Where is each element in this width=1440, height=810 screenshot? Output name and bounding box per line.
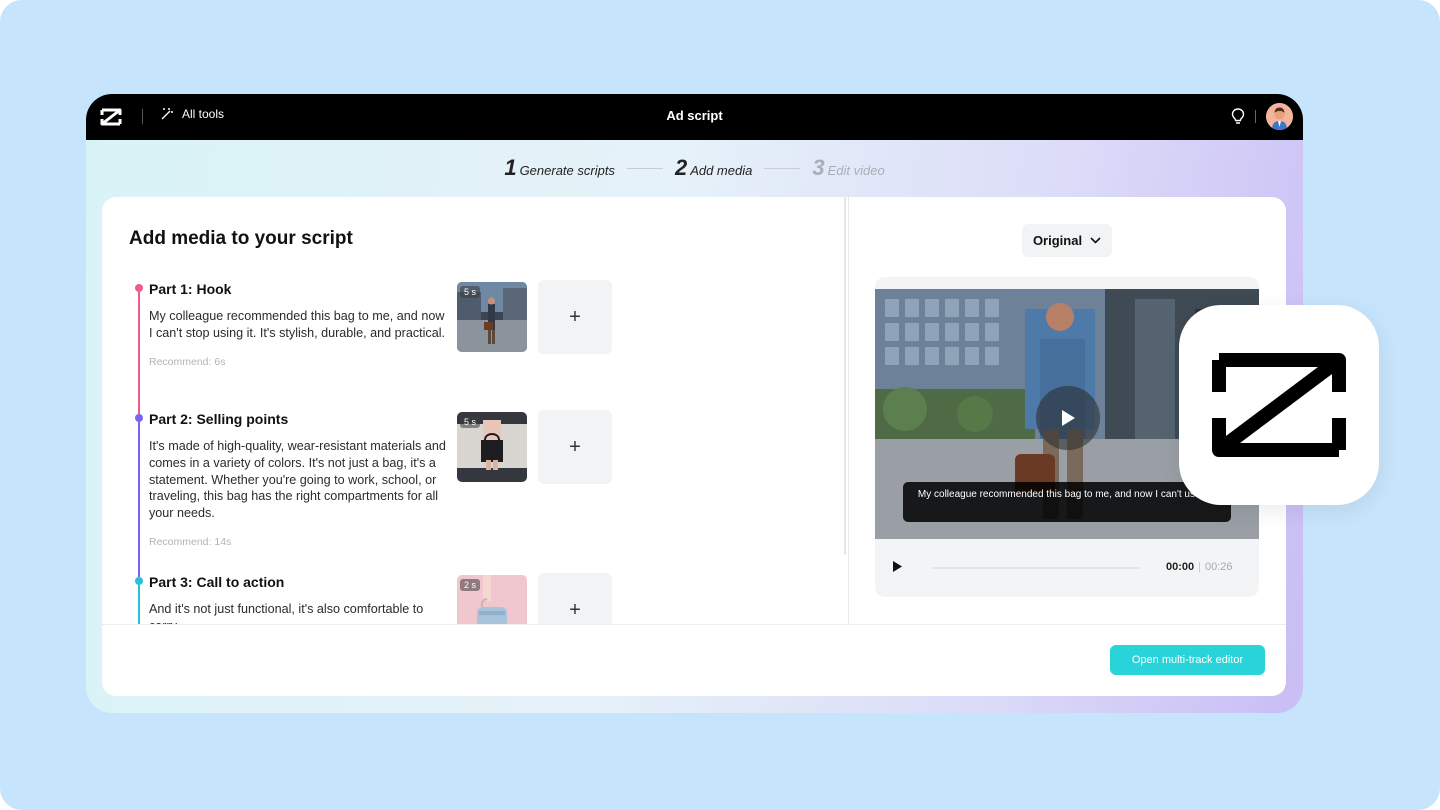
step-connector <box>764 167 801 169</box>
step-label: Edit video <box>827 163 885 178</box>
chevron-down-icon <box>1090 237 1101 244</box>
step-label: Generate scripts <box>519 163 615 178</box>
time-display: 00:00 | 00:26 <box>1166 561 1233 573</box>
page-title: Add media to your script <box>129 228 353 249</box>
part-text[interactable]: My colleague recommended this bag to me,… <box>149 308 449 342</box>
timeline-line-part-2 <box>138 422 140 577</box>
media-thumbnail-part-3[interactable]: 2 s <box>457 575 527 624</box>
add-media-button-part-1[interactable]: + <box>538 280 612 354</box>
part-text[interactable]: And it's not just functional, it's also … <box>149 601 449 624</box>
plus-icon: + <box>569 435 581 458</box>
part-text[interactable]: It's made of high-quality, wear-resistan… <box>149 438 449 522</box>
user-avatar[interactable] <box>1266 103 1293 130</box>
topbar-divider-2 <box>1255 110 1256 123</box>
open-multi-track-editor-button[interactable]: Open multi-track editor <box>1110 645 1265 675</box>
panel-divider <box>848 197 849 624</box>
capcut-app-logo <box>1179 305 1379 505</box>
step-number: 3 <box>812 155 825 180</box>
script-panel: Add media to your script Part 1: Hook My… <box>102 197 846 624</box>
add-media-button-part-2[interactable]: + <box>538 410 612 484</box>
playback-controls: 00:00 | 00:26 <box>875 539 1259 597</box>
aspect-ratio-label: Original <box>1032 233 1083 248</box>
app-window: All tools Ad script 1 Generate scripts 2… <box>86 94 1303 713</box>
duration-badge: 5 s <box>460 286 481 298</box>
play-overlay-button[interactable] <box>1036 386 1100 450</box>
play-icon[interactable] <box>891 560 903 573</box>
duration-badge: 5 s <box>460 416 481 428</box>
app-title: Ad script <box>666 108 723 123</box>
play-icon <box>1062 410 1075 426</box>
footer-divider <box>102 624 1286 625</box>
step-label: Add media <box>690 163 753 178</box>
step-add-media[interactable]: 2 Add media <box>674 155 753 180</box>
video-caption: My colleague recommended this bag to me,… <box>903 482 1231 522</box>
part-1-dot <box>135 284 143 292</box>
total-time: 00:26 <box>1205 561 1233 573</box>
plus-icon: + <box>569 598 581 621</box>
part-recommend: Recommend: 14s <box>149 535 232 548</box>
timeline-line-part-3 <box>138 585 140 624</box>
time-separator: | <box>1198 561 1201 573</box>
main-card: Add media to your script Part 1: Hook My… <box>102 197 1286 696</box>
top-bar: All tools Ad script <box>86 94 1303 140</box>
stepper: 1 Generate scripts 2 Add media 3 Edit vi… <box>86 155 1303 180</box>
duration-badge: 2 s <box>460 579 481 591</box>
media-thumbnail-part-1[interactable]: 5 s <box>457 282 527 352</box>
step-connector <box>626 167 663 169</box>
part-2-dot <box>135 414 143 422</box>
lightbulb-icon[interactable] <box>1230 107 1246 126</box>
part-recommend: Recommend: 6s <box>149 355 226 368</box>
step-generate-scripts[interactable]: 1 Generate scripts <box>504 155 615 180</box>
progress-bar[interactable] <box>932 567 1140 569</box>
plus-icon: + <box>569 305 581 328</box>
step-edit-video[interactable]: 3 Edit video <box>812 155 885 180</box>
timeline-line-part-1 <box>138 292 140 414</box>
step-number: 1 <box>504 155 517 180</box>
part-3-dot <box>135 577 143 585</box>
aspect-ratio-dropdown[interactable]: Original <box>1022 224 1112 257</box>
script-scrollbar[interactable] <box>844 197 846 555</box>
step-number: 2 <box>674 155 688 180</box>
current-time: 00:00 <box>1166 561 1195 573</box>
media-thumbnail-part-2[interactable]: 5 s <box>457 412 527 482</box>
add-media-button-part-3[interactable]: + <box>538 573 612 624</box>
capcut-logo-icon <box>1212 353 1346 457</box>
